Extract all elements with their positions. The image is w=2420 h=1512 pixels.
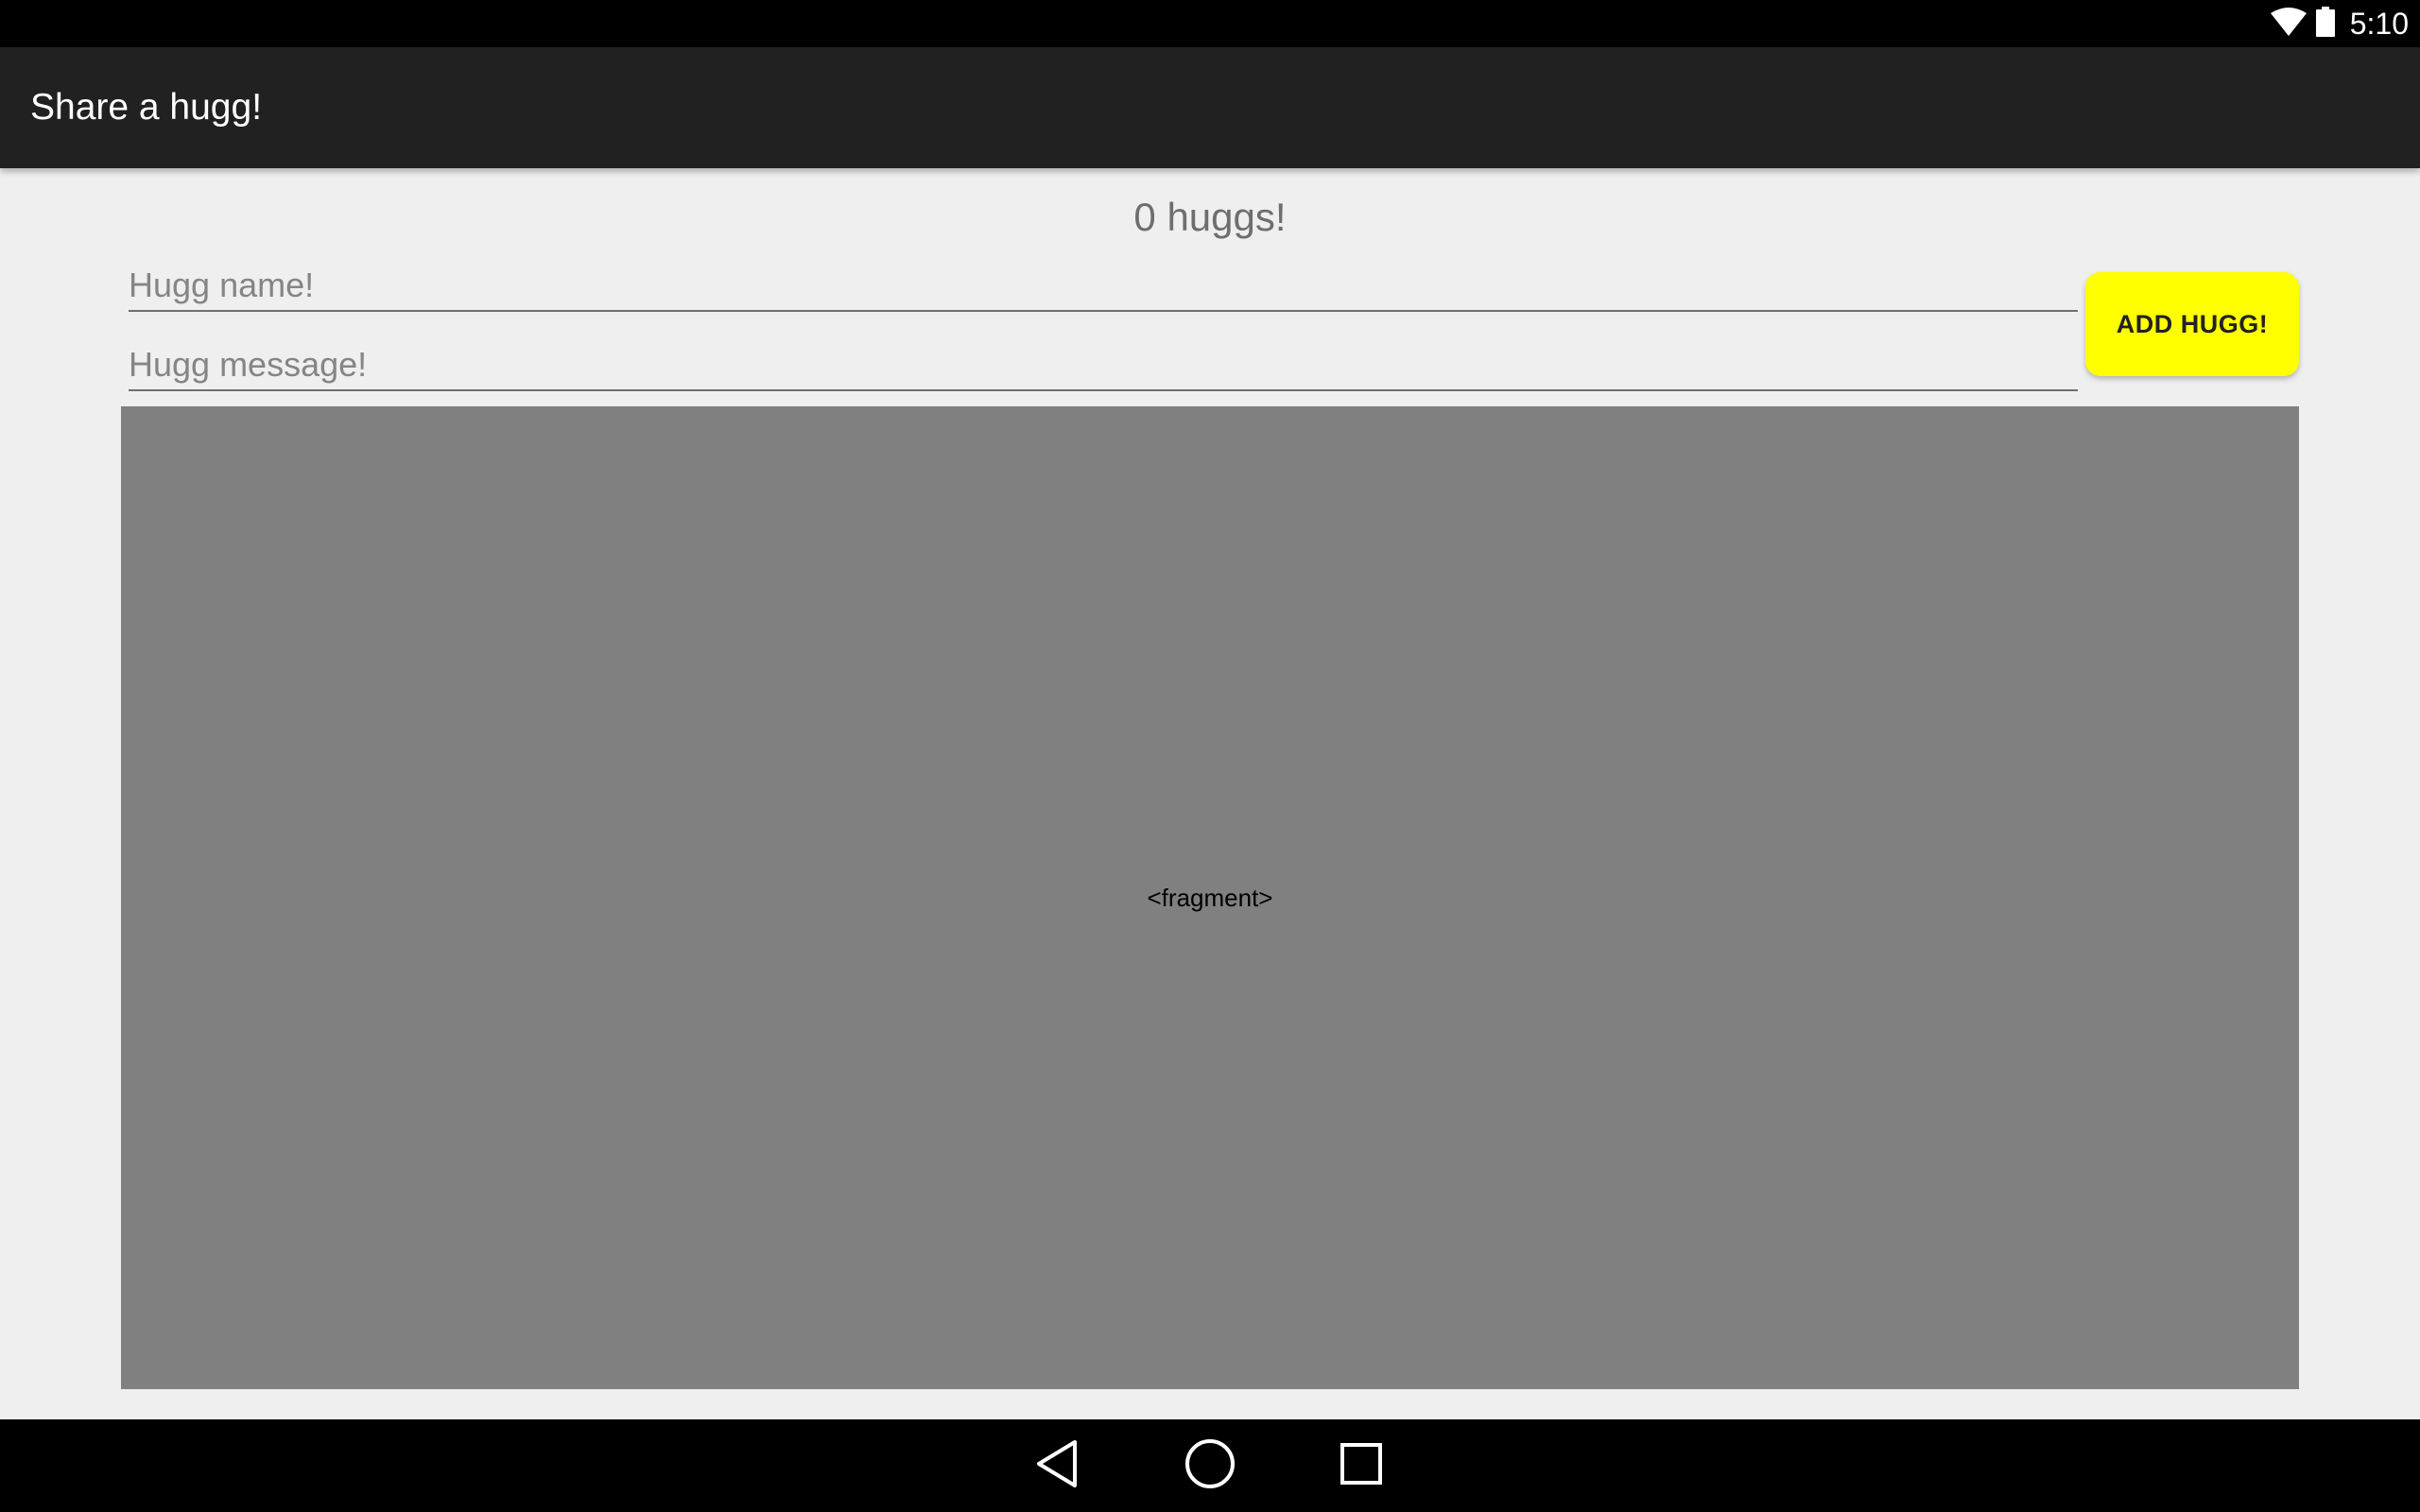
home-icon <box>1184 1438 1236 1494</box>
back-button[interactable] <box>1000 1419 1114 1512</box>
hugg-message-input[interactable] <box>129 340 2078 389</box>
back-icon <box>1035 1439 1079 1493</box>
hugg-name-input[interactable] <box>129 261 2078 310</box>
status-bar: 5:10 <box>0 0 2420 47</box>
hugg-name-field <box>129 261 2078 312</box>
wifi-icon <box>2270 7 2307 41</box>
status-icons: 5:10 <box>2270 0 2409 47</box>
hugg-message-field <box>129 340 2078 391</box>
home-button[interactable] <box>1153 1419 1267 1512</box>
recents-button[interactable] <box>1305 1419 1418 1512</box>
recents-icon <box>1340 1442 1383 1490</box>
status-time: 5:10 <box>2349 6 2409 41</box>
hugg-count: 0 huggs! <box>1133 195 1287 239</box>
app-bar: Share a hugg! <box>0 47 2420 168</box>
add-hugg-button[interactable]: ADD HUGG! <box>2085 272 2299 376</box>
fragment-container: <fragment> <box>121 406 2299 1389</box>
battery-icon <box>2315 6 2335 42</box>
navigation-bar <box>0 1419 2420 1512</box>
app-title: Share a hugg! <box>30 87 263 128</box>
fragment-label: <fragment> <box>1147 883 1273 912</box>
main-content: 0 huggs! ADD HUGG! <fragment> <box>0 168 2420 1419</box>
